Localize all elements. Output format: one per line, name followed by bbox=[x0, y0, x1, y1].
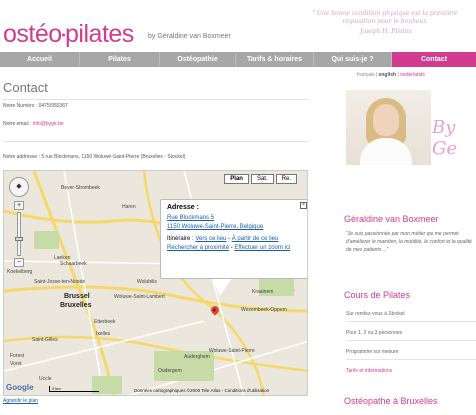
popup-address-line1[interactable]: Rue Blockmans 5 bbox=[167, 214, 307, 223]
nav-item-osteopathie[interactable]: Ostéopathie bbox=[160, 52, 236, 67]
popup-title: Adresse : bbox=[167, 204, 199, 211]
map-label: Kraainem bbox=[252, 289, 274, 295]
map-type-switcher: Plan Sat. Re. bbox=[224, 174, 297, 184]
close-icon[interactable]: × bbox=[300, 202, 307, 209]
map-type-plan[interactable]: Plan bbox=[224, 174, 249, 184]
nav-item-accueil[interactable]: Accueil bbox=[0, 52, 80, 67]
map-scale: 2 km bbox=[49, 386, 99, 392]
map-pan-control[interactable]: ◆ bbox=[9, 177, 29, 197]
address-line: Notre addresse : 5 rue Blockmans, 1150 W… bbox=[3, 154, 185, 160]
map-city-label: Brussel bbox=[64, 293, 90, 300]
sidebar-list-item: Sur rendez-vous à Stockel bbox=[346, 307, 476, 322]
map-label: Woluwe-Saint-Pierre bbox=[209, 348, 255, 354]
phone-value: 0475/950367 bbox=[38, 103, 68, 109]
map-zoom-control: + − bbox=[14, 201, 24, 271]
zoom-out-button[interactable]: − bbox=[14, 258, 24, 267]
email-line: Notre email : info@byge.be bbox=[3, 121, 64, 127]
zoom-here-link[interactable]: Effectuer un zoom ici bbox=[234, 245, 290, 251]
profile-photo bbox=[346, 90, 431, 165]
main-content: Contact Notre Numéro : 0475/950367 Notre… bbox=[0, 67, 312, 415]
directions-from-link[interactable]: À partir de ce lieu bbox=[232, 236, 279, 242]
email-link[interactable]: info@byge.be bbox=[33, 121, 64, 127]
popup-itinerary: Itinéraire : Vers ce lieu - À partir de … bbox=[167, 235, 307, 244]
google-logo[interactable]: Google bbox=[6, 383, 34, 392]
map-label: Saint-Josse-ten-Noode bbox=[34, 279, 86, 285]
nav-item-pilates[interactable]: Pilates bbox=[80, 52, 160, 67]
lang-fr[interactable]: français bbox=[357, 72, 375, 78]
sidebar-name: Géraldine van Boxmeer bbox=[344, 214, 439, 224]
enlarge-map-link[interactable]: Agrandir le plan bbox=[3, 398, 38, 404]
map-label: Etterbeek bbox=[94, 319, 116, 325]
map-label: Auderghem bbox=[184, 354, 210, 360]
map-label: Wolubilis bbox=[137, 279, 157, 285]
email-label: Notre email : bbox=[3, 121, 32, 127]
map-city-label: Bruxelles bbox=[60, 302, 92, 309]
map-label: Vorst bbox=[10, 361, 22, 367]
itinerary-label: Itinéraire : bbox=[167, 236, 194, 242]
language-switcher: français | english | nederlands bbox=[357, 72, 425, 78]
sidebar-list-item: Pour 1, 2 ou 3 personnes bbox=[346, 326, 476, 341]
phone-label: Notre Numéro : bbox=[3, 103, 38, 109]
logo[interactable]: ostéo•pilates bbox=[3, 20, 134, 49]
logo-subtitle: by Géraldine van Boxmeer bbox=[148, 33, 231, 40]
map-label: Haren bbox=[122, 204, 136, 210]
lang-en[interactable]: english bbox=[379, 72, 397, 78]
zoom-slider[interactable] bbox=[15, 212, 23, 256]
signature-logo: By Ge bbox=[432, 117, 458, 159]
map-label: Woluwe-Saint-Lambert bbox=[114, 294, 165, 300]
map-info-window: × Adresse : Rue Blockmans 5 1150 Woluwe-… bbox=[160, 199, 307, 279]
zoom-in-button[interactable]: + bbox=[14, 201, 24, 210]
zoom-slider-thumb[interactable] bbox=[15, 237, 23, 241]
main-nav: Accueil Pilates Ostéopathie Tarifs & hor… bbox=[0, 52, 476, 67]
sidebar-quote: "Je suis passionnée par mon métier qui m… bbox=[346, 231, 472, 253]
map-type-relief[interactable]: Re. bbox=[275, 174, 297, 184]
map-label: Wezembeek-Oppem bbox=[241, 307, 287, 313]
map-label: Saint-Gilles bbox=[32, 337, 58, 343]
tarifs-link[interactable]: Tarifs et informations bbox=[346, 368, 392, 374]
divider bbox=[3, 141, 308, 142]
sidebar: français | english | nederlands By Ge Gé… bbox=[340, 67, 476, 415]
page-title: Contact bbox=[3, 80, 48, 95]
header-quote: " Une bonne condition physique est la pr… bbox=[312, 10, 458, 25]
section-title-osteopathe: Ostéopathe à Bruxelles bbox=[344, 396, 438, 406]
directions-to-link[interactable]: Vers ce lieu bbox=[195, 236, 226, 242]
address-value: 5 rue Blockmans, 1150 Woluwé-Saint-Pierr… bbox=[41, 154, 186, 160]
map-label: Uccle bbox=[39, 376, 52, 382]
map-copyright: Données cartographiques ©2009 Tele Atlas… bbox=[134, 388, 270, 393]
divider bbox=[3, 99, 308, 100]
nav-item-contact[interactable]: Contact bbox=[392, 52, 476, 67]
nav-item-tarifs[interactable]: Tarifs & horaires bbox=[236, 52, 314, 67]
sidebar-list-item: Programme sur mesure bbox=[346, 345, 476, 360]
address-label: Notre addresse : bbox=[3, 154, 40, 160]
phone-line: Notre Numéro : 0475/950367 bbox=[3, 103, 68, 109]
map-label: Schaarbeek bbox=[60, 261, 87, 267]
nav-item-qui-suis-je[interactable]: Qui suis-je ? bbox=[314, 52, 392, 67]
logo-left: ostéo bbox=[3, 20, 62, 48]
map-label: Forest bbox=[10, 353, 25, 359]
map-type-satellite[interactable]: Sat. bbox=[250, 174, 274, 184]
google-map[interactable]: Bever-Strombeek Laeken Haren Koekelberg … bbox=[3, 170, 308, 396]
section-title-pilates: Cours de Pilates bbox=[344, 290, 411, 300]
search-nearby-link[interactable]: Rechercher à proximité bbox=[167, 245, 229, 251]
popup-actions: Rechercher à proximité - Effectuer un zo… bbox=[167, 244, 307, 253]
popup-address-line2[interactable]: 1150 Woluwe-Saint-Pierre, Belgique bbox=[167, 223, 307, 232]
map-label: Oudergem bbox=[158, 368, 182, 374]
map-label: Bever-Strombeek bbox=[61, 185, 100, 191]
header: ostéo•pilates by Géraldine van Boxmeer "… bbox=[0, 0, 476, 52]
header-quote-author: Joseph H. Pilates bbox=[360, 28, 412, 35]
popup-tail bbox=[212, 278, 232, 296]
map-label: Ixelles bbox=[96, 331, 111, 337]
lang-nl[interactable]: nederlands bbox=[400, 72, 425, 78]
logo-right: pilates bbox=[65, 20, 134, 48]
